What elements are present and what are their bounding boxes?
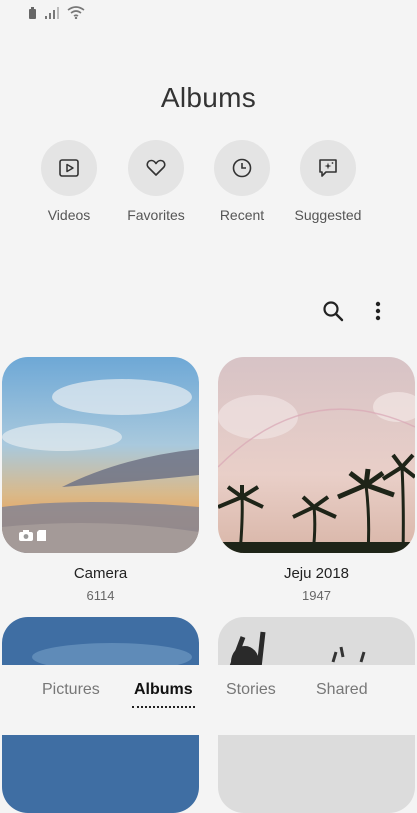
album-name: Camera xyxy=(73,565,128,582)
status-bar xyxy=(28,6,85,19)
battery-icon xyxy=(29,6,36,19)
tab-shared[interactable]: Shared xyxy=(316,681,368,699)
search-button[interactable] xyxy=(318,296,348,326)
album-jeju-2018[interactable]: Jeju 2018 1947 xyxy=(218,357,415,603)
heart-icon xyxy=(146,159,166,176)
tab-albums-label: Albums xyxy=(134,681,193,698)
album-camera[interactable]: Camera 6114 xyxy=(2,357,199,603)
videos-button[interactable]: Videos xyxy=(24,140,114,223)
signal-icon xyxy=(45,6,59,19)
tab-albums[interactable]: Albums xyxy=(132,681,195,708)
video-icon xyxy=(59,159,79,177)
more-options-icon xyxy=(375,301,381,321)
more-options-button[interactable] xyxy=(363,296,393,326)
album-thumbnail-camera xyxy=(2,357,199,553)
bottom-nav: Pictures Albums Stories Shared xyxy=(0,665,417,735)
page-title: Albums xyxy=(160,82,257,113)
album-count: 6114 xyxy=(86,588,115,603)
search-icon xyxy=(323,301,344,322)
active-tab-indicator xyxy=(132,706,195,708)
favorites-button[interactable]: Favorites xyxy=(111,140,201,223)
clock-icon xyxy=(232,158,252,178)
recent-button[interactable]: Recent xyxy=(197,140,287,223)
tab-stories[interactable]: Stories xyxy=(226,681,276,699)
album-thumbnail-jeju-2018 xyxy=(218,357,415,553)
camera-icon xyxy=(19,530,33,541)
suggested-icon xyxy=(319,159,337,177)
suggested-button[interactable]: Suggested xyxy=(283,140,373,223)
videos-label: Videos xyxy=(47,207,91,223)
favorites-label: Favorites xyxy=(127,207,185,223)
tab-pictures[interactable]: Pictures xyxy=(42,681,100,699)
suggested-label: Suggested xyxy=(294,207,362,223)
album-name: Jeju 2018 xyxy=(283,565,350,582)
recent-label: Recent xyxy=(219,207,265,223)
sd-card-icon xyxy=(37,530,46,541)
wifi-icon xyxy=(67,6,85,19)
album-count: 1947 xyxy=(302,588,331,603)
